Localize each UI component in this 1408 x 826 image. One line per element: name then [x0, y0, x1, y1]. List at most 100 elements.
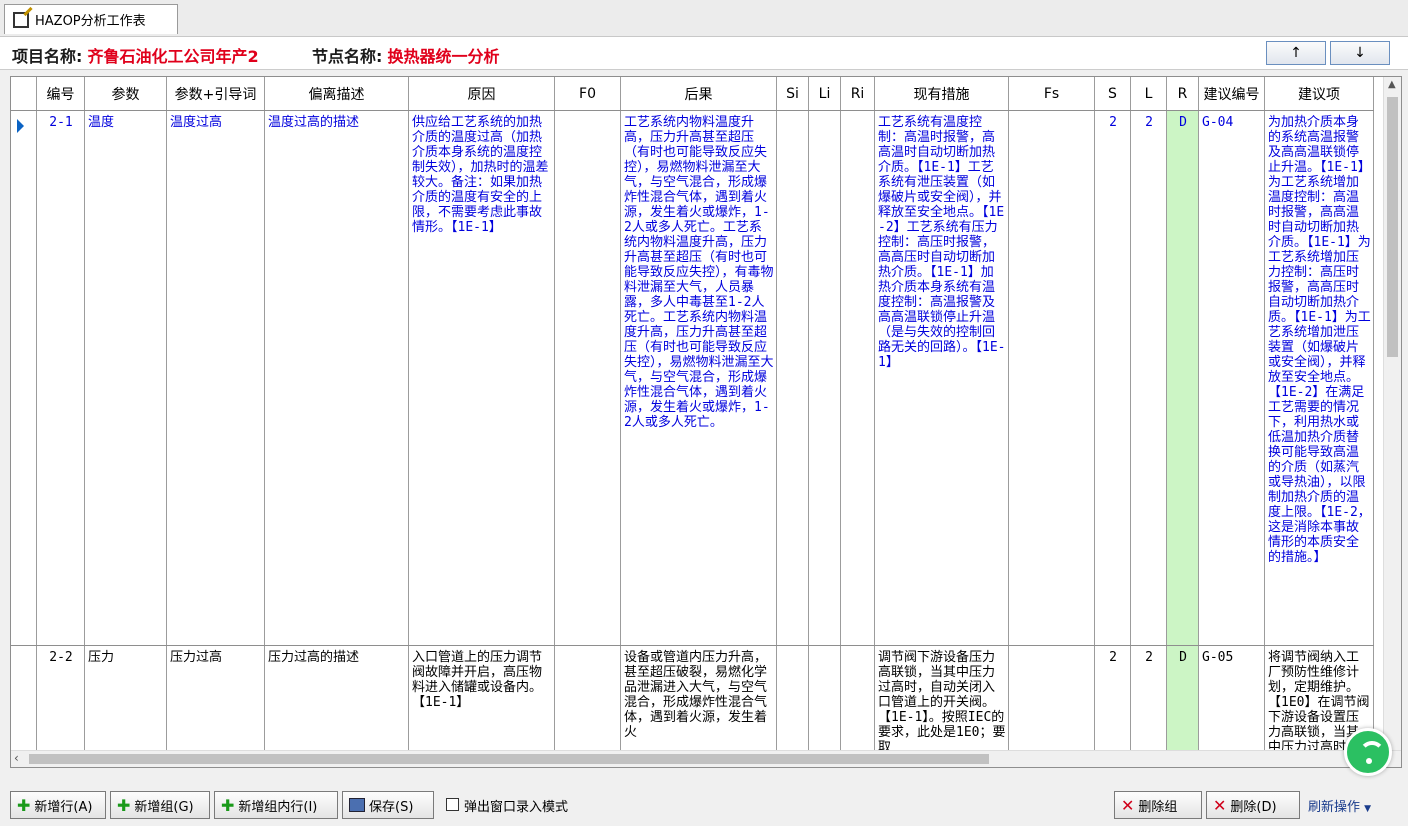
cell-l[interactable]: 2 — [1131, 646, 1167, 752]
cell-cause[interactable]: 入口管道上的压力调节阀故障并开启，高压物料进入储罐或设备内。【1E-1】 — [409, 646, 555, 752]
popup-mode-label[interactable]: 弹出窗口录入模式 — [464, 796, 568, 815]
table-row[interactable]: 2-1 温度 温度过高 温度过高的描述 供应给工艺系统的加热介质的温度过高（加热… — [11, 111, 1374, 646]
cell-si[interactable] — [777, 111, 809, 645]
cell-measures[interactable]: 工艺系统有温度控制：高温时报警，高高温时自动切断加热介质。【1E-1】工艺系统有… — [875, 111, 1009, 645]
cell-ri[interactable] — [841, 646, 875, 752]
tab-hazop-worksheet[interactable]: HAZOP分析工作表 — [4, 4, 178, 34]
save-label: 保存(S) — [369, 799, 414, 815]
delete-label: 删除(D) — [1230, 799, 1277, 815]
row-selector[interactable] — [11, 111, 37, 645]
move-down-button[interactable]: ↓ — [1330, 41, 1390, 65]
col-header[interactable]: 建议项 — [1265, 77, 1374, 110]
info-bar: 项目名称: 齐鲁石油化工公司年产2 节点名称: 换热器统一分析 ↑ ↓ — [0, 37, 1408, 70]
cell-r[interactable]: D — [1167, 111, 1199, 645]
col-header[interactable]: Li — [809, 77, 841, 110]
move-up-button[interactable]: ↑ — [1266, 41, 1326, 65]
horizontal-scrollbar[interactable]: ‹ — [11, 750, 1401, 767]
delete-button[interactable]: ✕ 删除(D) — [1206, 791, 1300, 819]
cell-suggestion-no[interactable]: G-05 — [1199, 646, 1265, 752]
cell-li[interactable] — [809, 646, 841, 752]
cell-suggestion[interactable]: 为加热介质本身的系统高温报警及高高温联锁停止升温。【1E-1】为工艺系统增加温度… — [1265, 111, 1374, 645]
col-header[interactable]: F0 — [555, 77, 621, 110]
refresh-label: 刷新操作 — [1308, 800, 1361, 815]
cell-deviation[interactable]: 温度过高的描述 — [265, 111, 409, 645]
add-group-label: 新增组(G) — [134, 799, 194, 815]
cell-measures[interactable]: 调节阀下游设备压力高联锁，当其中压力过高时，自动关闭入口管道上的开关阀。【1E-… — [875, 646, 1009, 752]
add-group-button[interactable]: ✚ 新增组(G) — [110, 791, 210, 819]
cell-param-guide[interactable]: 温度过高 — [167, 111, 265, 645]
current-row-indicator-icon — [17, 119, 24, 133]
add-row-button[interactable]: ✚ 新增行(A) — [10, 791, 106, 819]
save-icon — [349, 798, 365, 812]
grid-header: 编号 参数 参数+引导词 偏离描述 原因 F0 后果 Si Li Ri 现有措施… — [11, 77, 1374, 111]
cell-fs[interactable] — [1009, 111, 1095, 645]
col-header[interactable]: L — [1131, 77, 1167, 110]
project-label: 项目名称: — [12, 47, 83, 66]
node-info: 节点名称: 换热器统一分析 — [312, 43, 500, 67]
cell-param[interactable]: 压力 — [85, 646, 167, 752]
delete-x-icon: ✕ — [1121, 795, 1135, 815]
table-row[interactable]: 2-2 压力 压力过高 压力过高的描述 入口管道上的压力调节阀故障并开启，高压物… — [11, 646, 1374, 753]
bottom-toolbar: ✚ 新增行(A) ✚ 新增组(G) ✚ 新增组内行(I) 保存(S) 弹出窗口录… — [0, 786, 1408, 826]
add-group-row-label: 新增组内行(I) — [238, 799, 318, 815]
cell-id[interactable]: 2-2 — [37, 646, 85, 752]
cell-suggestion-no[interactable]: G-04 — [1199, 111, 1265, 645]
cell-cause[interactable]: 供应给工艺系统的加热介质的温度过高（加热介质本身系统的温度控制失效），加热时的温… — [409, 111, 555, 645]
project-value: 齐鲁石油化工公司年产2 — [87, 47, 259, 66]
cell-deviation[interactable]: 压力过高的描述 — [265, 646, 409, 752]
hazop-grid[interactable]: 编号 参数 参数+引导词 偏离描述 原因 F0 后果 Si Li Ri 现有措施… — [10, 76, 1402, 768]
col-header[interactable]: Si — [777, 77, 809, 110]
horizontal-scroll-thumb[interactable] — [29, 754, 989, 764]
cell-param-guide[interactable]: 压力过高 — [167, 646, 265, 752]
cell-li[interactable] — [809, 111, 841, 645]
save-button[interactable]: 保存(S) — [342, 791, 434, 819]
col-header[interactable]: 现有措施 — [875, 77, 1009, 110]
plus-icon: ✚ — [17, 795, 31, 815]
cell-l[interactable]: 2 — [1131, 111, 1167, 645]
tab-bar: HAZOP分析工作表 — [0, 0, 1408, 37]
delete-x-icon: ✕ — [1213, 795, 1227, 815]
plus-icon: ✚ — [221, 795, 235, 815]
vertical-scrollbar[interactable]: ▲ — [1383, 77, 1401, 750]
col-header[interactable]: 原因 — [409, 77, 555, 110]
add-row-label: 新增行(A) — [34, 799, 93, 815]
cell-si[interactable] — [777, 646, 809, 752]
col-header[interactable]: Ri — [841, 77, 875, 110]
cell-s[interactable]: 2 — [1095, 111, 1131, 645]
scroll-up-icon[interactable]: ▲ — [1388, 79, 1396, 90]
dropdown-arrow-icon: ▼ — [1364, 804, 1372, 814]
col-header[interactable]: 后果 — [621, 77, 777, 110]
refresh-operation-dropdown[interactable]: 刷新操作 ▼ — [1308, 796, 1371, 815]
vertical-scroll-thumb[interactable] — [1387, 97, 1398, 357]
cell-consequence[interactable]: 工艺系统内物料温度升高，压力升高甚至超压（有时也可能导致反应失控），易燃物料泄漏… — [621, 111, 777, 645]
col-header[interactable]: 建议编号 — [1199, 77, 1265, 110]
cell-f0[interactable] — [555, 111, 621, 645]
popup-mode-checkbox[interactable] — [446, 798, 459, 811]
cell-ri[interactable] — [841, 111, 875, 645]
node-label: 节点名称: — [312, 47, 383, 66]
cell-fs[interactable] — [1009, 646, 1095, 752]
cell-consequence[interactable]: 设备或管道内压力升高，甚至超压破裂，易燃化学品泄漏进入大气，与空气混合，形成爆炸… — [621, 646, 777, 752]
edit-sheet-icon — [13, 11, 29, 28]
cell-s[interactable]: 2 — [1095, 646, 1131, 752]
cell-id[interactable]: 2-1 — [37, 111, 85, 645]
scroll-left-icon[interactable]: ‹ — [14, 751, 19, 765]
col-header[interactable]: R — [1167, 77, 1199, 110]
col-header[interactable]: 编号 — [37, 77, 85, 110]
plus-icon: ✚ — [117, 795, 131, 815]
node-value: 换热器统一分析 — [387, 47, 500, 66]
cell-f0[interactable] — [555, 646, 621, 752]
add-group-row-button[interactable]: ✚ 新增组内行(I) — [214, 791, 338, 819]
floating-wifi-icon[interactable] — [1344, 728, 1392, 776]
delete-group-button[interactable]: ✕ 删除组 — [1114, 791, 1202, 819]
col-header[interactable]: 参数+引导词 — [167, 77, 265, 110]
row-selector[interactable] — [11, 646, 37, 752]
delete-group-label: 删除组 — [1138, 799, 1178, 815]
col-header[interactable]: 参数 — [85, 77, 167, 110]
cell-param[interactable]: 温度 — [85, 111, 167, 645]
col-header[interactable]: S — [1095, 77, 1131, 110]
col-header[interactable]: 偏离描述 — [265, 77, 409, 110]
tab-title: HAZOP分析工作表 — [35, 14, 146, 29]
cell-r[interactable]: D — [1167, 646, 1199, 752]
col-header[interactable]: Fs — [1009, 77, 1095, 110]
